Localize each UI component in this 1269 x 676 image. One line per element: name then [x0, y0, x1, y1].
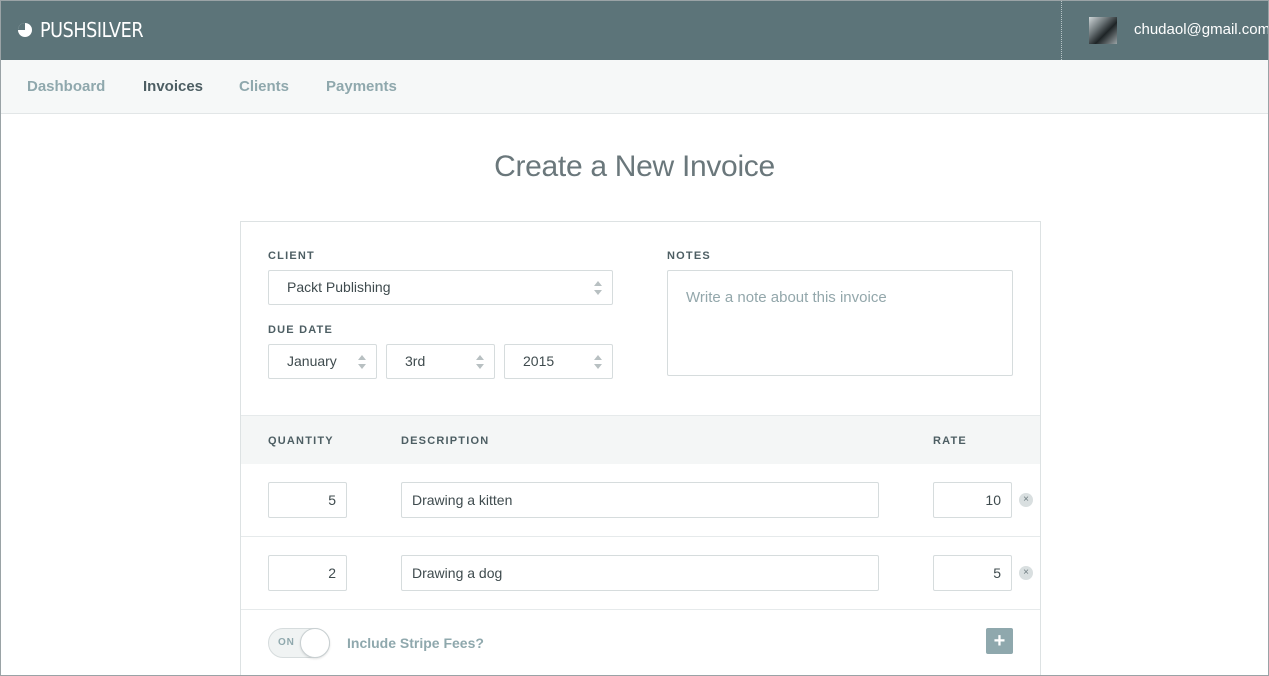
page-title: Create a New Invoice	[494, 150, 775, 183]
due-month-select[interactable]: January	[268, 344, 377, 379]
nav-item-payments[interactable]: Payments	[326, 78, 397, 95]
line-item-row: ×	[241, 537, 1040, 610]
line-items-header: QUANTITY DESCRIPTION RATE	[241, 415, 1040, 464]
nav-item-clients[interactable]: Clients	[239, 78, 289, 95]
toggle-knob[interactable]	[300, 628, 330, 658]
description-column-header: DESCRIPTION	[401, 435, 490, 447]
quantity-input[interactable]	[268, 555, 347, 591]
client-label: CLIENT	[268, 250, 315, 262]
description-input[interactable]	[401, 482, 879, 518]
due-day-select[interactable]: 3rd	[386, 344, 495, 379]
description-input[interactable]	[401, 555, 879, 591]
main-nav: Dashboard Invoices Clients Payments	[0, 60, 1269, 114]
select-arrows-icon	[594, 281, 602, 295]
due-month-value: January	[287, 353, 337, 369]
brand-name: PUSHSILVER	[40, 18, 144, 42]
stripe-fees-label: Include Stripe Fees?	[347, 635, 484, 651]
due-year-select[interactable]: 2015	[504, 344, 613, 379]
nav-item-dashboard[interactable]: Dashboard	[27, 78, 105, 95]
select-arrows-icon	[594, 355, 602, 369]
client-select-value: Packt Publishing	[287, 279, 391, 295]
stripe-fees-toggle[interactable]: ON	[268, 628, 330, 658]
invoice-form-card: CLIENT Packt Publishing DUE DATE January…	[240, 221, 1041, 676]
quantity-input[interactable]	[268, 482, 347, 518]
line-item-row: ×	[241, 464, 1040, 537]
user-email[interactable]: chudaol@gmail.com	[1134, 21, 1269, 38]
avatar[interactable]	[1089, 17, 1117, 44]
quantity-column-header: QUANTITY	[268, 435, 334, 447]
remove-item-icon[interactable]: ×	[1019, 566, 1033, 580]
rate-input[interactable]	[933, 555, 1012, 591]
due-day-value: 3rd	[405, 353, 426, 369]
select-arrows-icon	[476, 355, 484, 369]
client-select[interactable]: Packt Publishing	[268, 270, 613, 305]
brand[interactable]: PUSHSILVER	[18, 18, 157, 42]
due-year-value: 2015	[523, 353, 555, 369]
notes-label: NOTES	[667, 250, 711, 262]
rate-input[interactable]	[933, 482, 1012, 518]
due-date-label: DUE DATE	[268, 324, 334, 336]
notes-textarea[interactable]	[667, 270, 1013, 376]
remove-item-icon[interactable]: ×	[1019, 493, 1033, 507]
toggle-state-label: ON	[278, 637, 295, 648]
nav-item-invoices[interactable]: Invoices	[143, 78, 203, 95]
topbar-divider	[1061, 0, 1062, 60]
select-arrows-icon	[358, 355, 366, 369]
top-bar: PUSHSILVER chudaol@gmail.com	[0, 0, 1269, 60]
invoice-footer-row: ON Include Stripe Fees? +	[241, 610, 1040, 670]
brand-logo-icon	[18, 23, 32, 37]
rate-column-header: RATE	[933, 435, 967, 447]
add-item-button[interactable]: +	[986, 628, 1013, 654]
